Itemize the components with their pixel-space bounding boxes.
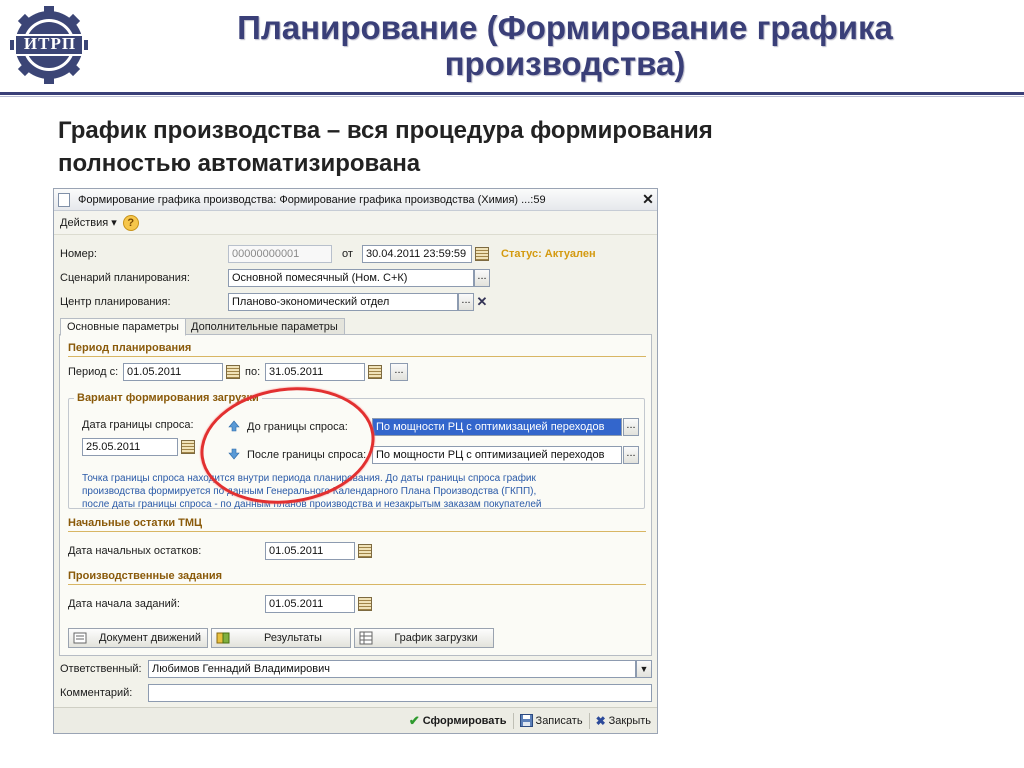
save-button-label: Записать — [535, 714, 583, 727]
period-from-field[interactable]: 01.05.2011 — [123, 363, 223, 381]
header-divider-thin — [0, 96, 1024, 97]
status-text: Статус: Актуален — [501, 248, 596, 260]
close-button[interactable]: ✖ Закрыть — [596, 714, 651, 728]
floppy-disk-icon — [519, 714, 533, 727]
demand-date-label: Дата границы спроса: — [82, 419, 194, 431]
form-window: Формирование графика производства: Форми… — [53, 188, 658, 734]
stock-section-title: Начальные остатки ТМЦ — [68, 517, 203, 529]
responsible-label: Ответственный: — [60, 663, 142, 675]
window-title: Формирование графика производства: Форми… — [78, 193, 546, 206]
before-demand-select-button[interactable]: ... — [623, 418, 639, 436]
from-label: от — [342, 248, 353, 260]
movements-button-label: Документ движений — [98, 632, 202, 644]
close-window-button[interactable]: ✕ — [639, 191, 657, 208]
logo-text: ИТРП — [23, 34, 77, 53]
document-date-field[interactable]: 30.04.2011 23:59:59 — [362, 245, 472, 263]
center-field[interactable]: Планово-экономический отдел — [228, 293, 458, 311]
stock-date-label: Дата начальных остатков: — [68, 545, 202, 557]
calendar-icon[interactable] — [358, 597, 372, 611]
before-demand-field[interactable]: По мощности РЦ с оптимизацией переходов — [372, 418, 622, 436]
subtitle-line1: График производства – вся процедура форм… — [58, 117, 713, 144]
close-button-label: Закрыть — [608, 714, 651, 727]
tasks-date-field[interactable]: 01.05.2011 — [265, 595, 355, 613]
after-demand-field[interactable]: По мощности РЦ с оптимизацией переходов — [372, 446, 622, 464]
slide-title-line2: производства) — [444, 45, 686, 82]
checkmark-icon: ✔ — [408, 712, 420, 728]
results-button-label: Результаты — [264, 632, 322, 644]
form-toolbar: Действия ▾ ? — [54, 211, 657, 235]
stock-date-field[interactable]: 01.05.2011 — [265, 542, 355, 560]
note-line1: Точка границы спроса находится внутри пе… — [82, 473, 536, 484]
scenario-field[interactable]: Основной помесячный (Ном. С+К) — [228, 269, 474, 287]
comment-field[interactable] — [148, 684, 652, 702]
tasks-date-label: Дата начала заданий: — [68, 598, 180, 610]
center-label: Центр планирования: — [60, 296, 171, 308]
period-to-field[interactable]: 31.05.2011 — [265, 363, 365, 381]
tasks-section-title: Производственные задания — [68, 570, 223, 582]
calendar-icon[interactable] — [226, 365, 240, 379]
period-section-line — [68, 356, 646, 357]
arrow-down-icon — [228, 448, 240, 460]
tasks-section-line — [68, 584, 646, 585]
period-from-label: Период с: — [68, 366, 119, 378]
center-select-button[interactable]: ... — [458, 293, 474, 311]
subtitle-line2: полностью автоматизирована — [58, 150, 421, 177]
period-to-label: по: — [245, 366, 261, 378]
actions-menu[interactable]: Действия ▾ — [60, 216, 117, 229]
comment-label: Комментарий: — [60, 687, 133, 699]
form-button[interactable]: ✔ Сформировать — [409, 713, 507, 729]
window-titlebar: Формирование графика производства: Форми… — [54, 189, 657, 211]
before-demand-label: До границы спроса: — [247, 421, 348, 433]
toolbar-separator — [588, 712, 590, 729]
chevron-down-icon[interactable]: ▼ — [636, 660, 652, 678]
slide-title-line1: Планирование (Формирование графика — [237, 9, 893, 46]
calendar-icon[interactable] — [475, 247, 489, 261]
load-chart-button[interactable]: График загрузки — [354, 628, 494, 648]
bottom-command-bar: ✔ Сформировать Записать ✖ Закрыть — [54, 707, 657, 733]
after-demand-label: После границы спроса: — [247, 449, 367, 461]
clear-center-icon[interactable]: ✕ — [474, 293, 490, 311]
chart-table-icon — [359, 631, 373, 645]
toolbar-separator — [512, 712, 514, 729]
form-button-label: Сформировать — [422, 714, 507, 727]
save-button[interactable]: Записать — [519, 714, 583, 727]
arrow-up-icon — [228, 420, 240, 432]
scenario-select-button[interactable]: ... — [474, 269, 490, 287]
slide-subtitle: График производства – вся процедура форм… — [58, 114, 713, 180]
demand-note: Точка границы спроса находится внутри пе… — [82, 472, 541, 511]
close-icon: ✖ — [595, 713, 606, 728]
note-line2: производства формируется по данным Генер… — [82, 486, 537, 497]
tab-main-params[interactable]: Основные параметры — [60, 318, 186, 336]
after-demand-select-button[interactable]: ... — [623, 446, 639, 464]
movements-document-button[interactable]: Документ движений — [68, 628, 208, 648]
period-section-title: Период планирования — [68, 342, 192, 354]
calendar-icon[interactable] — [368, 365, 382, 379]
period-select-button[interactable]: ... — [390, 363, 408, 381]
stock-section-line — [68, 531, 646, 532]
demand-date-field[interactable]: 25.05.2011 — [82, 438, 178, 456]
calendar-icon[interactable] — [181, 440, 195, 454]
document-icon — [58, 192, 70, 207]
number-label: Номер: — [60, 248, 97, 260]
number-field[interactable]: 00000000001 — [228, 245, 332, 263]
header-divider — [0, 92, 1024, 95]
document-icon — [73, 632, 87, 644]
tab-panel-main: Период планирования Период с: 01.05.2011… — [59, 334, 652, 656]
help-icon[interactable]: ? — [122, 214, 139, 231]
results-button[interactable]: Результаты — [211, 628, 351, 648]
load-chart-button-label: График загрузки — [394, 632, 478, 644]
scenario-label: Сценарий планирования: — [60, 272, 190, 284]
variant-section-title: Вариант формирования загрузки — [74, 392, 262, 404]
calendar-icon[interactable] — [358, 544, 372, 558]
book-icon — [216, 632, 230, 644]
responsible-field[interactable]: Любимов Геннадий Владимирович — [148, 660, 636, 678]
note-line3: после даты границы спроса - по данным пл… — [82, 499, 542, 510]
slide-title: Планирование (Формирование графика произ… — [120, 10, 1010, 82]
